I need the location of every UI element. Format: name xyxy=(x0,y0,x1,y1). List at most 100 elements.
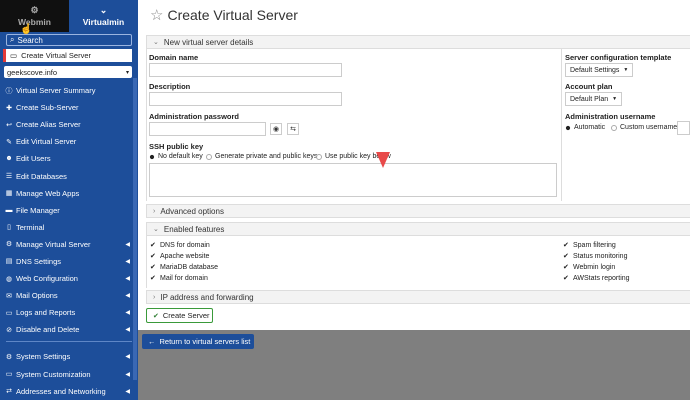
custom-username-input[interactable] xyxy=(677,121,690,135)
sidebar-item-label: Create Alias Server xyxy=(16,120,81,130)
sidebar-item-edit-databases[interactable]: ☰ Edit Databases xyxy=(0,167,138,184)
section-title: Enabled features xyxy=(163,224,225,234)
check-circle-icon: ✔ xyxy=(153,312,159,320)
section-new-server-details[interactable]: ⌄ New virtual server details xyxy=(146,35,690,49)
envelope-icon: ✉ xyxy=(6,292,12,300)
sidebar-menu: ⓘ Virtual Server Summary ✚ Create Sub-Serv… xyxy=(0,82,138,338)
feature-checkbox[interactable]: ✔ DNS for domain xyxy=(150,241,210,250)
sidebar-item-create-alias-server[interactable]: ↩ Create Alias Server xyxy=(0,116,138,133)
cubes-icon: ▦ xyxy=(5,190,13,198)
feature-checkbox[interactable]: ✔ Mail for domain xyxy=(150,274,208,283)
sidebar-item-dns-settings[interactable]: ▤ DNS Settings ◀ xyxy=(0,253,138,270)
sidebar-item-system-customization[interactable]: ▭ System Customization ◀ xyxy=(0,366,138,383)
caret-left-icon: ◀ xyxy=(125,241,130,248)
sidebar-item-disable-and-delete[interactable]: ⊘ Disable and Delete ◀ xyxy=(0,321,138,338)
caret-left-icon: ◀ xyxy=(125,354,130,361)
shuffle-icon: ⇆ xyxy=(290,126,296,133)
sidebar-item-file-manager[interactable]: ▬ File Manager xyxy=(0,202,138,219)
feature-checkbox[interactable]: ✔ Webmin login xyxy=(563,263,616,272)
section-title: IP address and forwarding xyxy=(160,292,254,302)
domain-select[interactable]: geekscove.info ▾ xyxy=(4,66,132,78)
password-input[interactable] xyxy=(149,122,266,136)
sidebar-item-label: Manage Web Apps xyxy=(16,188,80,198)
sidebar-item-manage-web-apps[interactable]: ▦ Manage Web Apps xyxy=(0,185,138,202)
generate-password-button[interactable]: ⇆ xyxy=(287,123,299,135)
check-icon: ✔ xyxy=(150,275,156,282)
chevron-right-icon: › xyxy=(153,207,156,215)
feature-checkbox[interactable]: ✔ Status monitoring xyxy=(563,252,628,261)
sidebar-item-label: Logs and Reports xyxy=(16,308,76,318)
info-icon: ⓘ xyxy=(5,87,13,95)
sidebar-item-create-sub-server[interactable]: ✚ Create Sub-Server xyxy=(0,99,138,116)
feature-label: Status monitoring xyxy=(573,252,628,260)
template-label: Server configuration template xyxy=(565,53,672,62)
radio-label: Generate private and public keys xyxy=(215,153,318,160)
sidebar-item-edit-virtual-server[interactable]: ✎ Edit Virtual Server xyxy=(0,133,138,150)
sidebar-create-virtual-server[interactable]: ▭ Create Virtual Server xyxy=(3,49,132,62)
sidebar-item-addresses-and-networking[interactable]: ⇄ Addresses and Networking ◀ xyxy=(0,383,138,400)
domain-name-label: Domain name xyxy=(149,53,199,62)
description-input[interactable] xyxy=(149,92,342,106)
admin-custom-radio[interactable]: Custom username xyxy=(611,124,677,131)
caret-left-icon: ◀ xyxy=(125,293,130,300)
sidebar-item-manage-virtual-server[interactable]: ⚙ Manage Virtual Server ◀ xyxy=(0,236,138,253)
create-server-button[interactable]: ✔ Create Server xyxy=(146,308,213,323)
plan-value: Default Plan xyxy=(570,95,609,103)
caret-down-icon: ▼ xyxy=(612,96,618,102)
sidebar-bottom-menu: ⚙ System Settings ◀ ▭ System Customization ◀… xyxy=(0,348,138,399)
sidebar-item-web-configuration[interactable]: ◍ Web Configuration ◀ xyxy=(0,270,138,287)
folder-icon: ▬ xyxy=(5,206,13,214)
feature-label: Webmin login xyxy=(573,263,616,271)
domain-name-input[interactable] xyxy=(149,63,342,77)
sidebar-item-label: Edit Users xyxy=(16,154,51,164)
sidebar-item-logs-and-reports[interactable]: ▭ Logs and Reports ◀ xyxy=(0,304,138,321)
caret-left-icon: ◀ xyxy=(125,258,130,265)
tab-virtualmin[interactable]: ⌄ Virtualmin xyxy=(69,0,138,32)
section-advanced-options[interactable]: › Advanced options xyxy=(146,204,690,218)
template-select[interactable]: Default Settings ▼ xyxy=(565,63,634,77)
sidebar-item-virtual-server-summary[interactable]: ⓘ Virtual Server Summary xyxy=(0,82,138,99)
chevron-right-icon: › xyxy=(153,293,156,301)
feature-checkbox[interactable]: ✔ Spam filtering xyxy=(563,241,616,250)
check-icon: ✔ xyxy=(563,242,569,249)
search-label: Search xyxy=(17,35,43,45)
feature-label: DNS for domain xyxy=(160,241,210,249)
template-value: Default Settings xyxy=(570,66,620,74)
ssh-no-default-radio[interactable]: No default key xyxy=(149,153,203,160)
create-label: Create Virtual Server xyxy=(21,51,91,60)
mouse-pointer-icon: ☝ xyxy=(20,24,33,35)
show-password-button[interactable]: ◉ xyxy=(270,123,282,135)
ban-icon: ⊘ xyxy=(6,326,12,334)
sidebar-search[interactable]: ⌕ Search xyxy=(6,34,132,46)
feature-checkbox[interactable]: ✔ Apache website xyxy=(150,252,209,261)
ssh-generate-radio[interactable]: Generate private and public keys xyxy=(206,153,317,160)
gauge-icon: ⚙ xyxy=(30,4,39,15)
section-enabled-features[interactable]: ⌄ Enabled features xyxy=(146,222,690,236)
sidebar-scrollbar[interactable] xyxy=(133,78,137,380)
feature-checkbox[interactable]: ✔ AWStats reporting xyxy=(563,274,630,283)
sidebar: ⚙ Webmin ⌄ Virtualmin ☝ ⌕ Search ▭ Creat… xyxy=(0,0,138,400)
arrow-left-icon: ← xyxy=(148,337,156,346)
plan-select[interactable]: Default Plan ▼ xyxy=(565,92,623,106)
feature-checkbox[interactable]: ✔ MariaDB database xyxy=(150,263,218,272)
radio-label: Automatic xyxy=(574,124,606,131)
star-icon[interactable]: ☆ xyxy=(150,6,163,24)
sidebar-item-mail-options[interactable]: ✉ Mail Options ◀ xyxy=(0,287,138,304)
admin-username-label: Administration username xyxy=(565,112,656,121)
check-icon: ✔ xyxy=(563,253,569,260)
ssh-key-textarea[interactable] xyxy=(149,163,557,197)
admin-automatic-radio[interactable]: Automatic xyxy=(565,124,605,131)
sidebar-item-system-settings[interactable]: ⚙ System Settings ◀ xyxy=(0,348,138,365)
section-title: Advanced options xyxy=(160,206,224,216)
globe-icon: ◍ xyxy=(5,275,13,283)
return-label: Return to virtual servers list xyxy=(159,337,251,346)
radio-label: No default key xyxy=(158,153,203,160)
tab-webmin[interactable]: ⚙ Webmin xyxy=(0,0,69,32)
return-button[interactable]: ← Return to virtual servers list xyxy=(142,334,254,349)
section-ip-forwarding[interactable]: › IP address and forwarding xyxy=(146,290,690,304)
feature-label: Mail for domain xyxy=(160,274,208,282)
sidebar-item-terminal[interactable]: ▯ Terminal xyxy=(0,219,138,236)
terminal-icon: ▯ xyxy=(7,224,11,232)
gears-icon: ⚙ xyxy=(5,241,13,249)
sidebar-item-edit-users[interactable]: ☻ Edit Users xyxy=(0,150,138,167)
